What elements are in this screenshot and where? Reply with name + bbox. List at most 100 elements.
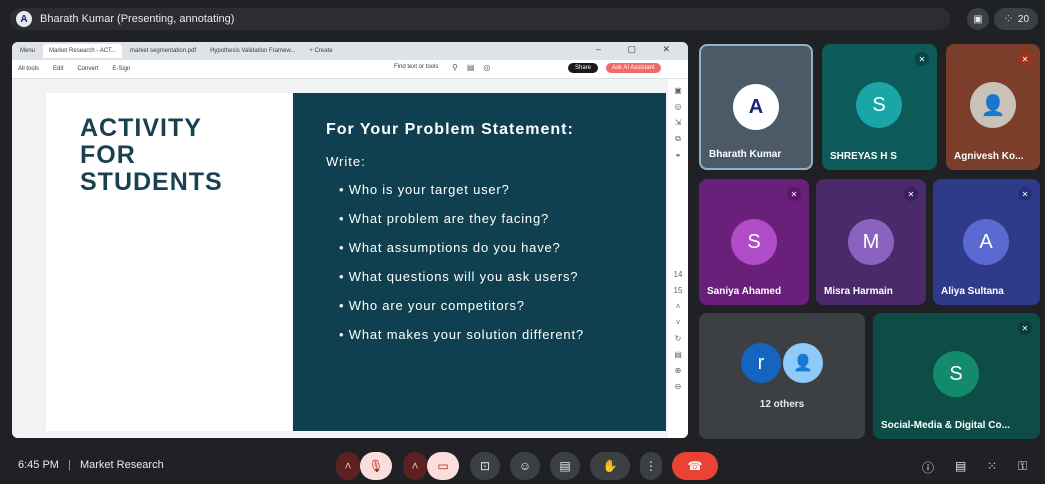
question-item: Who are your competitors? xyxy=(339,297,584,326)
slide-left-panel: ACTIVITY FOR STUDENTS xyxy=(46,93,292,431)
participant-name: Aliya Sultana xyxy=(941,286,1004,297)
question-list: Who is your target user? What problem ar… xyxy=(339,181,584,355)
participant-name: Social-Media & Digital Co... xyxy=(881,420,1010,431)
video-options-button[interactable]: ˄ xyxy=(403,452,427,480)
toolbar-convert[interactable]: Convert xyxy=(77,66,98,72)
browser-tab[interactable]: market segmentation.pdf xyxy=(124,44,202,58)
document-viewer: ACTIVITY FOR STUDENTS For Your Problem S… xyxy=(12,79,688,438)
page-total: 15 xyxy=(673,286,683,295)
chat-icon[interactable]: ▤ xyxy=(955,459,966,473)
comment-icon[interactable]: ▣ xyxy=(674,86,682,95)
slide-right-panel: For Your Problem Statement: Write: Who i… xyxy=(293,93,666,431)
activity-title: ACTIVITY FOR STUDENTS xyxy=(80,115,223,196)
window-controls[interactable]: – ▢ ✕ xyxy=(596,44,682,55)
activity-title-line: STUDENTS xyxy=(80,168,223,196)
new-tab-button[interactable]: + Create xyxy=(303,44,338,58)
participant-tile[interactable]: A Bharath Kumar xyxy=(699,44,813,170)
camera-off-button[interactable]: ▭ xyxy=(427,452,459,480)
others-label: 12 others xyxy=(759,399,805,410)
toolbar-icons[interactable]: ⚲▤◎ xyxy=(452,63,499,72)
chevron-up-icon[interactable]: ˄ xyxy=(676,302,681,311)
participant-name: Saniya Ahamed xyxy=(707,286,782,297)
meeting-time: 6:45 PM xyxy=(18,459,59,471)
zoom-out-icon[interactable]: ⊖ xyxy=(675,382,682,391)
toolbar-all-tools[interactable]: All tools xyxy=(18,66,39,72)
meeting-info: 6:45 PM | Market Research xyxy=(18,459,164,471)
browser-menu[interactable]: Menu xyxy=(14,44,41,58)
participant-name: SHREYAS H S xyxy=(830,151,897,162)
presenter-banner[interactable]: A Bharath Kumar (Presenting, annotating) xyxy=(10,8,950,30)
shared-screen: Menu Market Research - ACT... market seg… xyxy=(12,42,688,438)
mic-off-icon: ✕ xyxy=(915,52,929,66)
raise-hand-button[interactable]: ✋ xyxy=(590,452,630,480)
activity-title-line: ACTIVITY xyxy=(80,114,202,142)
mic-off-button[interactable]: 🎙 xyxy=(360,452,392,480)
page-icon[interactable]: ▤ xyxy=(674,350,682,359)
share-button[interactable]: Share xyxy=(568,63,599,73)
more-options-button[interactable]: ⋮ xyxy=(640,452,662,480)
captions-button[interactable]: ▤ xyxy=(550,452,580,480)
avatar: S xyxy=(933,351,979,397)
annotate-icon[interactable]: ◎ xyxy=(675,102,682,111)
avatar: A xyxy=(963,219,1009,265)
toolbar-edit[interactable]: Edit xyxy=(53,66,63,72)
participant-tile[interactable]: ✕ S SHREYAS H S xyxy=(822,44,937,170)
people-icon: ⁘ xyxy=(1002,11,1014,26)
pdf-side-tools: ▣ ◎ ⇲ ⧉ ⚭ 14 15 ˄ ˅ ↻ ▤ ⊕ ⊖ xyxy=(668,79,688,438)
browser-tab[interactable]: Hypothesis Validation Framew... xyxy=(204,44,301,58)
question-item: What assumptions do you have? xyxy=(339,239,584,268)
participant-name: Agnivesh Ko... xyxy=(954,151,1024,162)
problem-statement-heading: For Your Problem Statement: xyxy=(326,121,574,138)
participant-tile[interactable]: ✕ S Saniya Ahamed xyxy=(699,179,809,305)
share-link-icon[interactable]: ⚭ xyxy=(675,151,682,160)
host-controls-icon[interactable]: ⚿ xyxy=(1018,459,1027,474)
folder-icon[interactable]: ▣ xyxy=(967,8,989,30)
refresh-icon[interactable]: ↻ xyxy=(675,334,682,343)
mic-off-icon: ✕ xyxy=(1018,187,1032,201)
export-icon[interactable]: ⇲ xyxy=(675,118,682,127)
participant-name: Bharath Kumar xyxy=(709,149,782,160)
avatar: S xyxy=(731,219,777,265)
end-call-button[interactable]: ☎ xyxy=(672,452,718,480)
mic-off-icon: ✕ xyxy=(1018,321,1032,335)
avatar: A xyxy=(733,84,779,130)
info-icon[interactable]: ⓘ xyxy=(922,459,934,476)
copy-icon[interactable]: ⧉ xyxy=(675,134,681,144)
top-bar: A Bharath Kumar (Presenting, annotating)… xyxy=(0,0,1045,38)
question-item: What problem are they facing? xyxy=(339,210,584,239)
present-button[interactable]: ⊡ xyxy=(470,452,500,480)
browser-tab[interactable]: Market Research - ACT... xyxy=(43,44,123,58)
others-tile[interactable]: r 👤 12 others xyxy=(699,313,865,439)
pdf-toolbar: All tools Edit Convert E-Sign Find text … xyxy=(12,60,688,79)
presenter-logo-icon: A xyxy=(16,11,32,27)
people-button[interactable]: ⁘ 20 xyxy=(994,8,1038,30)
question-item: What questions will you ask users? xyxy=(339,268,584,297)
browser-tab-strip: Menu Market Research - ACT... market seg… xyxy=(12,42,688,60)
page-number: 14 xyxy=(673,270,683,279)
question-item: Who is your target user? xyxy=(339,181,584,210)
participant-count: 20 xyxy=(1017,13,1030,25)
ai-assistant-button[interactable]: Ask AI Assistant xyxy=(606,63,661,73)
question-item: What makes your solution different? xyxy=(339,326,584,355)
participant-tile[interactable]: ✕ S Social-Media & Digital Co... xyxy=(873,313,1040,439)
meeting-separator: | xyxy=(68,459,71,471)
avatar-photo: 👤 xyxy=(970,82,1016,128)
participant-tile[interactable]: ✕ A Aliya Sultana xyxy=(933,179,1040,305)
participant-tile[interactable]: ✕ 👤 Agnivesh Ko... xyxy=(946,44,1040,170)
chevron-down-icon[interactable]: ˅ xyxy=(676,318,681,327)
toolbar-esign[interactable]: E-Sign xyxy=(112,66,130,72)
find-tools-input[interactable]: Find text or tools xyxy=(394,64,438,70)
audio-options-button[interactable]: ˄ xyxy=(336,452,360,480)
zoom-in-icon[interactable]: ⊕ xyxy=(675,366,682,375)
emoji-button[interactable]: ☺ xyxy=(510,452,540,480)
avatar: r xyxy=(741,343,781,383)
presenter-label: Bharath Kumar (Presenting, annotating) xyxy=(40,13,235,25)
mic-off-icon: ✕ xyxy=(1018,52,1032,66)
participant-tile[interactable]: ✕ M Misra Harmain xyxy=(816,179,926,305)
activities-icon[interactable]: ⁙ xyxy=(987,459,997,473)
mic-off-icon: ✕ xyxy=(787,187,801,201)
participant-name: Misra Harmain xyxy=(824,286,893,297)
avatar: M xyxy=(848,219,894,265)
avatar: S xyxy=(856,82,902,128)
activity-title-line: FOR xyxy=(80,141,136,169)
